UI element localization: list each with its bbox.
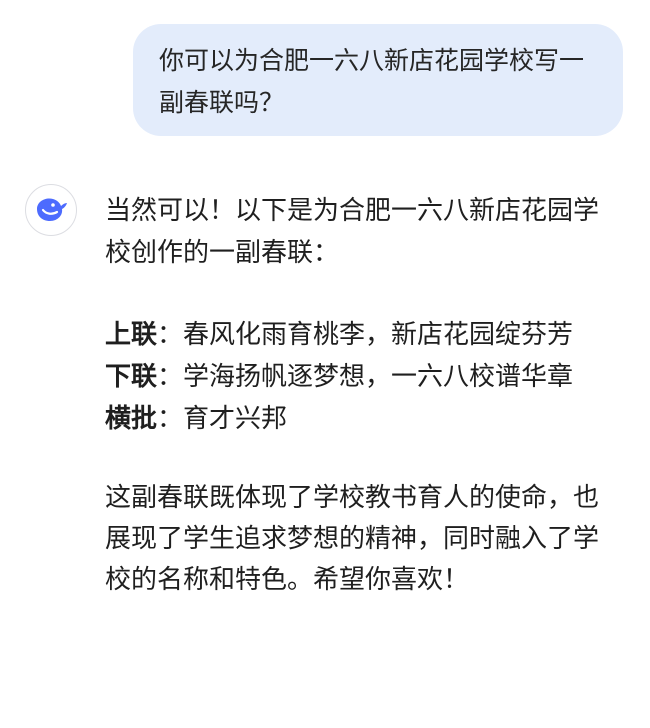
couplet-horizontal-label: 横批 bbox=[105, 404, 158, 434]
couplet-lower-label: 下联 bbox=[105, 362, 158, 392]
couplet-horizontal-text: 育才兴邦 bbox=[183, 404, 288, 434]
assistant-closing: 这副春联既体现了学校教书育人的使命，也展现了学生追求梦想的精神，同时融入了学校的… bbox=[105, 483, 600, 595]
couplet-upper-separator: ： bbox=[157, 320, 184, 350]
couplet-horizontal-separator: ： bbox=[157, 404, 184, 434]
couplet-block: 上联：春风化雨育桃李，新店花园绽芬芳 下联：学海扬帆逐梦想，一六八校谱华章 横批… bbox=[105, 314, 605, 440]
assistant-message: 当然可以！以下是为合肥一六八新店花园学校创作的一副春联： 上联：春风化雨育桃李，… bbox=[105, 190, 605, 601]
couplet-upper-text: 春风化雨育桃李，新店花园绽芬芳 bbox=[183, 320, 574, 350]
couplet-horizontal-line: 横批：育才兴邦 bbox=[105, 398, 605, 440]
couplet-lower-separator: ： bbox=[157, 362, 184, 392]
couplet-lower-text: 学海扬帆逐梦想，一六八校谱华章 bbox=[183, 362, 574, 392]
whale-logo-icon bbox=[37, 198, 67, 221]
couplet-upper-line: 上联：春风化雨育桃李，新店花园绽芬芳 bbox=[105, 314, 605, 356]
couplet-upper-label: 上联 bbox=[105, 320, 158, 350]
assistant-intro: 当然可以！以下是为合肥一六八新店花园学校创作的一副春联： bbox=[105, 196, 600, 268]
user-message-text: 你可以为合肥一六八新店花园学校写一副春联吗？ bbox=[159, 46, 585, 117]
assistant-avatar bbox=[25, 184, 77, 236]
user-message-bubble: 你可以为合肥一六八新店花园学校写一副春联吗？ bbox=[133, 24, 623, 136]
couplet-lower-line: 下联：学海扬帆逐梦想，一六八校谱华章 bbox=[105, 356, 605, 398]
